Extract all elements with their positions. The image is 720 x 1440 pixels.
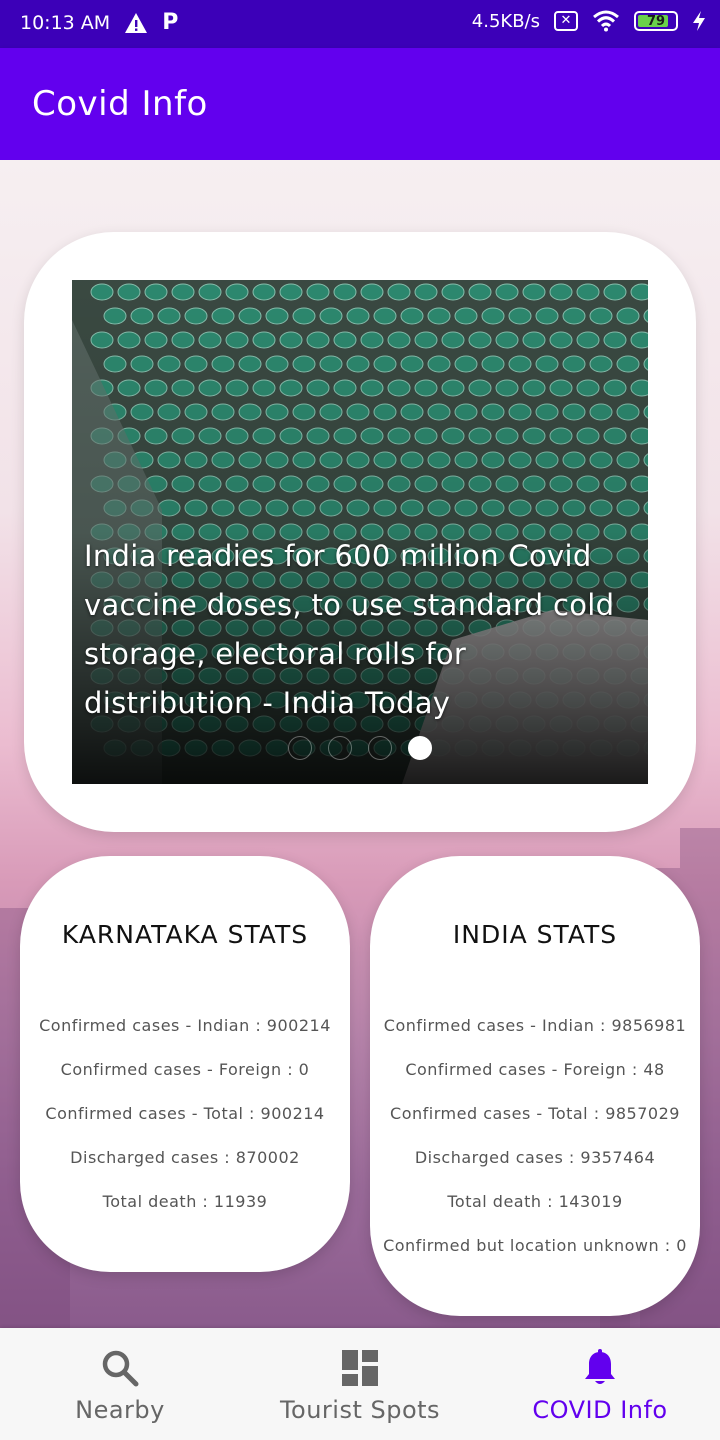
india-stat-line: Confirmed cases - Total : 9857029 bbox=[390, 1104, 680, 1123]
dashboard-icon bbox=[342, 1350, 378, 1386]
india-stat-line: Discharged cases : 9357464 bbox=[414, 1148, 656, 1167]
battery-icon: 79 bbox=[634, 11, 678, 31]
carousel-dot[interactable] bbox=[328, 736, 352, 760]
india-stats-card: INDIA STATS Confirmed cases - Indian : 9… bbox=[370, 856, 700, 1316]
app-title: Covid Info bbox=[32, 84, 208, 124]
bell-icon bbox=[585, 1349, 615, 1384]
india-stat-line: Confirmed cases - Indian : 9856981 bbox=[383, 1016, 687, 1035]
search-icon bbox=[102, 1350, 139, 1387]
battery-level: 79 bbox=[646, 13, 666, 29]
nav-label-covid-info: COVID Info bbox=[532, 1396, 668, 1424]
news-slide[interactable]: India readies for 600 million Covid vacc… bbox=[72, 280, 648, 784]
carousel-indicator bbox=[288, 736, 432, 760]
warning-icon bbox=[125, 12, 148, 33]
nav-item-covid-info[interactable]: COVID Info bbox=[480, 1328, 720, 1440]
india-stats-list: Confirmed cases - Indian : 9856981 Confi… bbox=[370, 1014, 700, 1278]
karnataka-stats-title: KARNATAKA STATS bbox=[61, 920, 309, 949]
app-bar: Covid Info bbox=[0, 48, 720, 160]
nav-item-tourist-spots[interactable]: Tourist Spots bbox=[240, 1328, 480, 1440]
status-time: 10:13 AM bbox=[20, 11, 111, 34]
news-headline: India readies for 600 million Covid vacc… bbox=[84, 539, 615, 720]
p-icon: P bbox=[162, 10, 179, 35]
karnataka-stat-line: Confirmed cases - Total : 900214 bbox=[45, 1104, 325, 1123]
network-speed: 4.5KB/s bbox=[471, 10, 540, 32]
karnataka-stats-card: KARNATAKA STATS Confirmed cases - Indian… bbox=[20, 856, 350, 1272]
status-right: 4.5KB/s ✕ 79 bbox=[472, 10, 706, 32]
india-stat-line: Confirmed but location unknown : 0 bbox=[383, 1236, 687, 1255]
bottom-navigation: Nearby Tourist Spots COVID Info bbox=[0, 1328, 720, 1440]
carousel-dot[interactable] bbox=[288, 736, 312, 760]
charging-icon bbox=[693, 11, 705, 31]
india-stat-line: Total death : 143019 bbox=[447, 1192, 623, 1211]
status-left: 10:13 AM P bbox=[20, 10, 178, 35]
karnataka-stats-list: Confirmed cases - Indian : 900214 Confir… bbox=[20, 1014, 350, 1234]
wifi-icon bbox=[593, 10, 619, 32]
karnataka-stat-line: Discharged cases : 870002 bbox=[70, 1148, 300, 1167]
karnataka-stat-line: Total death : 11939 bbox=[102, 1192, 268, 1211]
karnataka-stat-line: Confirmed cases - Indian : 900214 bbox=[39, 1016, 331, 1035]
india-stat-line: Confirmed cases - Foreign : 48 bbox=[405, 1060, 665, 1079]
nav-item-nearby[interactable]: Nearby bbox=[0, 1328, 240, 1440]
status-bar: 10:13 AM P 4.5KB/s ✕ 79 bbox=[0, 0, 720, 48]
sim-x-icon: ✕ bbox=[554, 11, 578, 31]
nav-label-tourist-spots: Tourist Spots bbox=[279, 1396, 441, 1424]
nav-label-nearby: Nearby bbox=[75, 1396, 165, 1424]
india-stats-title: INDIA STATS bbox=[452, 920, 618, 949]
carousel-dot[interactable] bbox=[408, 736, 432, 760]
karnataka-stat-line: Confirmed cases - Foreign : 0 bbox=[60, 1060, 310, 1079]
carousel-dot[interactable] bbox=[368, 736, 392, 760]
